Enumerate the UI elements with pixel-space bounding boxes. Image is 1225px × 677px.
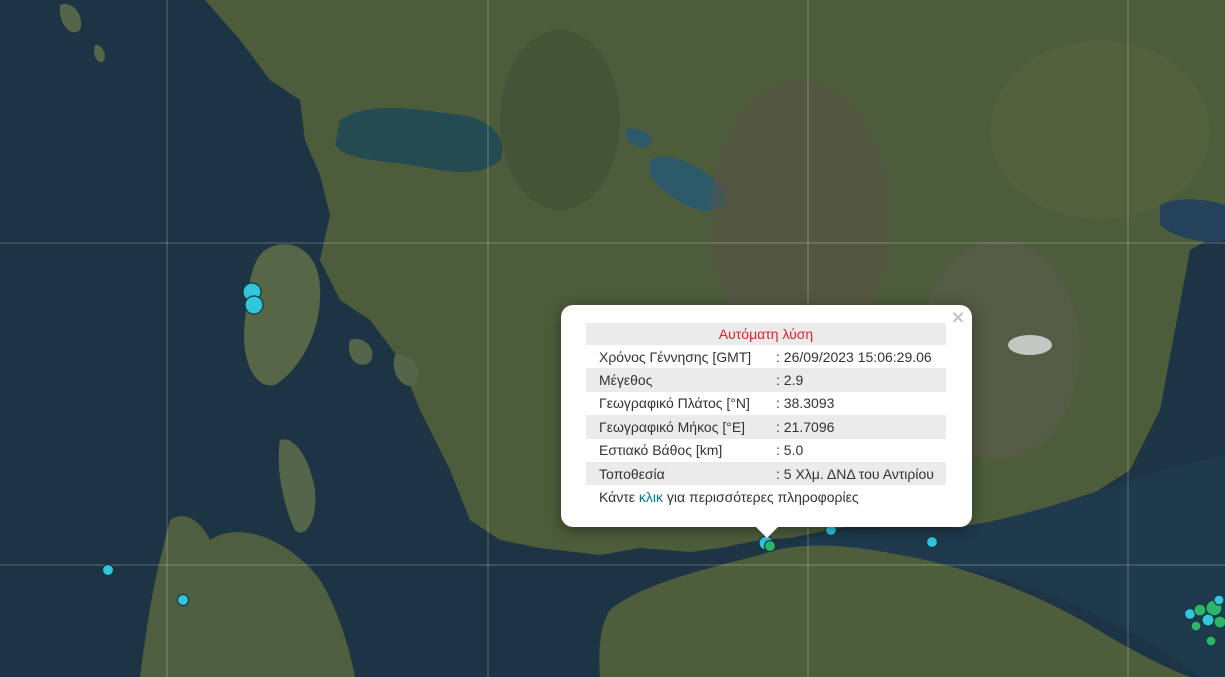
info-row-origin-time: Χρόνος Γέννησης [GMT] : 26/09/2023 15:06…	[586, 345, 946, 368]
plain-shade	[990, 40, 1210, 220]
info-label: Γεωγραφικό Πλάτος [°N]	[599, 395, 750, 412]
info-row-depth: Εστιακό Βάθος [km] : 5.0	[586, 439, 946, 462]
popup-tip	[755, 526, 779, 538]
info-value: : 26/09/2023 15:06:29.06	[776, 348, 932, 365]
info-label: Εστιακό Βάθος [km]	[599, 442, 723, 459]
earthquake-info-table: Χρόνος Γέννησης [GMT] : 26/09/2023 15:06…	[586, 345, 946, 486]
earthquake-popup: × Αυτόματη λύση Χρόνος Γέννησης [GMT] : …	[561, 305, 972, 538]
more-info-link[interactable]: κλικ	[639, 489, 663, 505]
info-row-magnitude: Μέγεθος : 2.9	[586, 368, 946, 392]
earthquake-marker[interactable]	[1213, 594, 1225, 606]
earthquake-marker[interactable]	[176, 593, 190, 607]
info-label: Τοποθεσία	[586, 461, 776, 486]
info-value: : 21.7096	[776, 415, 946, 439]
earthquake-marker[interactable]	[1190, 620, 1202, 632]
info-label: Μέγεθος	[586, 368, 776, 392]
earthquake-marker[interactable]	[101, 563, 115, 577]
earthquake-marker[interactable]	[1213, 615, 1225, 629]
earthquake-marker-selected[interactable]	[763, 539, 777, 553]
map[interactable]: × Αυτόματη λύση Χρόνος Γέννησης [GMT] : …	[0, 0, 1225, 677]
earthquake-marker[interactable]	[1193, 603, 1207, 617]
earthquake-marker[interactable]	[1201, 613, 1215, 627]
more-info-text: Κάντε κλικ για περισσότερες πληροφορίες	[586, 485, 946, 509]
earthquake-marker[interactable]	[925, 535, 939, 549]
info-value: : 38.3093	[776, 395, 835, 412]
info-row-latitude: Γεωγραφικό Πλάτος [°N] : 38.3093	[586, 392, 946, 415]
info-row-longitude: Γεωγραφικό Μήκος [°E] : 21.7096	[586, 415, 946, 439]
close-icon[interactable]: ×	[950, 309, 966, 327]
earthquake-marker[interactable]	[1205, 635, 1217, 647]
forest-shade	[500, 30, 620, 210]
more-info-suffix: για περισσότερες πληροφορίες	[663, 489, 859, 506]
info-label: Χρόνος Γέννησης [GMT]	[599, 348, 752, 365]
earthquake-marker[interactable]	[244, 295, 264, 315]
info-value: : 5.0	[776, 442, 804, 459]
popup-title: Αυτόματη λύση	[586, 323, 946, 345]
info-row-location: Τοποθεσία : 5 Χλμ. ΔΝΔ του Αντιρίου	[586, 461, 946, 486]
snow-peak	[1008, 335, 1052, 355]
more-info-prefix: Κάντε	[599, 489, 639, 506]
info-label: Γεωγραφικό Μήκος [°E]	[586, 415, 776, 439]
info-value: : 2.9	[776, 368, 946, 392]
info-value: : 5 Χλμ. ΔΝΔ του Αντιρίου	[776, 461, 946, 486]
popup-content: Αυτόματη λύση Χρόνος Γέννησης [GMT] : 26…	[586, 323, 946, 509]
